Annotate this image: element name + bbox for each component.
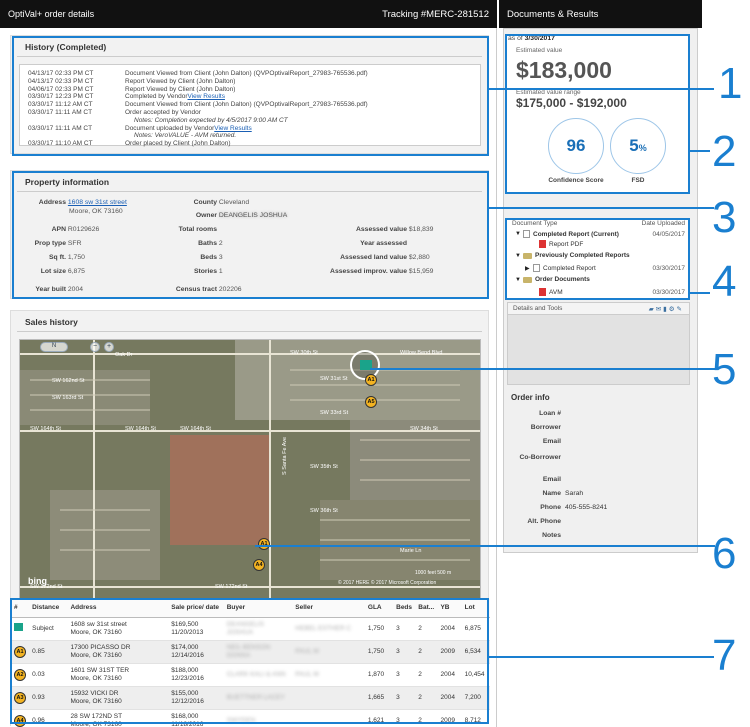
documents-results-title: Documents & Results xyxy=(499,0,702,28)
map-pin[interactable]: A1 xyxy=(258,538,270,550)
street-label: SW 172nd St xyxy=(215,584,248,590)
callout-line-6 xyxy=(255,545,715,547)
street-label: SW 31st St xyxy=(320,376,348,382)
comps-map[interactable]: N − + Oak Dr SW 30th St Willow Bend Blvd… xyxy=(19,339,481,601)
sales-history-title: Sales history xyxy=(17,311,482,332)
map-compass[interactable]: N xyxy=(40,342,68,352)
map-pin[interactable]: A4 xyxy=(253,559,265,571)
order-info-row: Email xyxy=(542,438,561,445)
callout-line-4 xyxy=(690,292,710,294)
order-info-row: Borrower xyxy=(530,424,561,431)
callout-box-2 xyxy=(505,34,690,194)
order-info-row: Email xyxy=(542,476,561,483)
street-label: SW 35th St xyxy=(310,464,338,470)
tools-icons[interactable]: ▰✉▮⚙✎ xyxy=(649,305,684,313)
bing-logo: bing xyxy=(28,576,47,586)
callout-number-4: 4 xyxy=(712,257,737,306)
street-label: SW 162nd St xyxy=(52,378,85,384)
street-label: Oak Dr xyxy=(115,352,133,358)
street-label: SW 34th St xyxy=(410,426,438,432)
callout-box-4 xyxy=(505,218,690,300)
street-label: Marie Ln xyxy=(400,548,422,554)
street-label: SW 163rd St xyxy=(52,395,84,401)
callout-number-1: 1 xyxy=(718,59,743,108)
street-label: SW 33rd St xyxy=(320,410,349,416)
callout-box-1 xyxy=(12,36,489,156)
callout-number-6: 6 xyxy=(712,529,737,578)
street-label: SW 36th St xyxy=(310,508,338,514)
street-label: S Santa Fe Ave xyxy=(282,436,288,475)
street-label: SW 164th St xyxy=(125,426,156,432)
order-info-row: Co-Borrower xyxy=(519,454,561,461)
app-title: OptiVal+ order details xyxy=(8,9,95,19)
map-pin[interactable]: A1 xyxy=(365,374,377,386)
callout-number-3: 3 xyxy=(712,193,737,242)
order-header: OptiVal+ order details Tracking #MERC-28… xyxy=(0,0,497,28)
street-label: SW 164th St xyxy=(30,426,61,432)
order-info-title: Order info xyxy=(511,393,550,402)
details-tools-panel: Details and Tools ▰✉▮⚙✎ xyxy=(507,302,690,385)
callout-line-1 xyxy=(489,88,714,90)
street-label: Willow Bend Blvd xyxy=(400,350,443,356)
callout-number-7: 7 xyxy=(712,631,737,680)
callout-number-5: 5 xyxy=(712,345,737,394)
tracking-number: Tracking #MERC-281512 xyxy=(382,8,489,20)
callout-line-2 xyxy=(690,150,710,152)
callout-line-3 xyxy=(489,207,714,209)
map-pin[interactable]: A5 xyxy=(365,396,377,408)
callout-box-7 xyxy=(10,598,489,724)
details-tools-header: Details and Tools ▰✉▮⚙✎ xyxy=(508,303,689,315)
order-info-row: Name Sarah xyxy=(542,490,584,497)
street-label: SW 30th St xyxy=(290,350,318,356)
zoom-out-icon[interactable]: − xyxy=(90,342,100,352)
map-scale: 1000 feet 500 m xyxy=(415,570,452,576)
street-label: SW 164th St xyxy=(180,426,211,432)
map-copyright: © 2017 HERE © 2017 Microsoft Corporation xyxy=(338,580,437,586)
callout-number-2: 2 xyxy=(712,127,737,176)
callout-box-3 xyxy=(12,171,489,299)
zoom-in-icon[interactable]: + xyxy=(104,342,114,352)
callout-line-5 xyxy=(370,368,715,370)
order-info-row: Alt. Phone xyxy=(527,518,561,525)
callout-line-7 xyxy=(489,656,714,658)
order-info-row: Notes xyxy=(542,532,561,539)
order-info-row: Loan # xyxy=(539,410,561,417)
map-imagery xyxy=(20,340,480,600)
order-info-row: Phone 405-555-8241 xyxy=(540,504,608,511)
